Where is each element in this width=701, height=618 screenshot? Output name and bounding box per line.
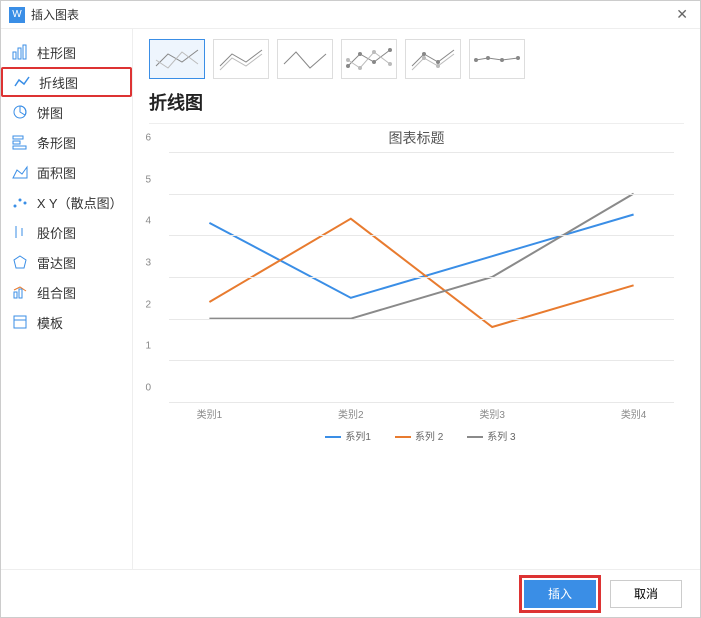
sidebar-item-label: 股价图 — [37, 223, 76, 242]
y-tick: 6 — [145, 133, 151, 144]
legend-item: 系列1 — [317, 432, 371, 443]
legend-item: 系列 3 — [459, 432, 515, 443]
cancel-button[interactable]: 取消 — [610, 580, 682, 608]
insert-button[interactable]: 插入 — [524, 580, 596, 608]
chart-type-title: 折线图 — [149, 89, 684, 115]
titlebar: W 插入图表 ✕ — [1, 1, 700, 29]
template-icon — [11, 313, 29, 331]
chart-preview: 图表标题 0123456 类别1类别2类别3类别4 系列1系列 2系列 3 — [149, 123, 684, 569]
sidebar-item-label: 组合图 — [37, 283, 76, 302]
scatter-chart-icon — [11, 193, 29, 211]
sidebar-item-area[interactable]: 面积图 — [1, 157, 132, 187]
x-tick: 类别3 — [479, 406, 505, 421]
sidebar-item-line[interactable]: 折线图 — [1, 67, 132, 97]
sidebar-item-scatter[interactable]: X Y（散点图） — [1, 187, 132, 217]
legend-item: 系列 2 — [387, 432, 443, 443]
legend-swatch — [395, 436, 411, 438]
x-tick: 类别1 — [197, 406, 223, 421]
subtype-thumb-5[interactable] — [405, 39, 461, 79]
sidebar-item-bar[interactable]: 条形图 — [1, 127, 132, 157]
y-tick: 5 — [145, 174, 151, 185]
sidebar-item-label: 面积图 — [37, 163, 76, 182]
sidebar-item-template[interactable]: 模板 — [1, 307, 132, 337]
sidebar-item-label: 柱形图 — [37, 43, 76, 62]
pie-chart-icon — [11, 103, 29, 121]
subtype-thumbnails — [149, 39, 684, 79]
sidebar-item-stock[interactable]: 股价图 — [1, 217, 132, 247]
sidebar-item-label: 雷达图 — [37, 253, 76, 272]
chart-title: 图表标题 — [149, 128, 684, 148]
x-tick: 类别2 — [338, 406, 364, 421]
bar-chart-icon — [11, 133, 29, 151]
sidebar-item-label: 条形图 — [37, 133, 76, 152]
sidebar-item-column[interactable]: 柱形图 — [1, 37, 132, 67]
column-chart-icon — [11, 43, 29, 61]
insert-chart-dialog: W 插入图表 ✕ 柱形图 折线图 饼图 条形图 面积图 — [0, 0, 701, 618]
series-line — [209, 215, 633, 298]
window-title: 插入图表 — [31, 6, 672, 23]
app-icon: W — [9, 7, 25, 23]
sidebar-item-label: 模板 — [37, 313, 63, 332]
y-tick: 1 — [145, 341, 151, 352]
main-panel: 折线图 图表标题 0 1 2 3 4 5 6 类别1 类别2 类别3 类别4 系列1 系列 2 系列 … — [133, 29, 700, 569]
x-tick: 类别4 — [621, 406, 647, 421]
legend-swatch — [467, 436, 483, 438]
y-tick: 2 — [145, 299, 151, 310]
sidebar-item-label: 饼图 — [37, 103, 63, 122]
subtype-thumb-1[interactable] — [149, 39, 205, 79]
sidebar-item-combo[interactable]: 组合图 — [1, 277, 132, 307]
radar-chart-icon — [11, 253, 29, 271]
area-chart-icon — [11, 163, 29, 181]
subtype-thumb-6[interactable] — [469, 39, 525, 79]
y-tick: 4 — [145, 216, 151, 227]
dialog-footer: 插入 取消 — [1, 569, 700, 617]
sidebar-item-label: 折线图 — [39, 73, 78, 92]
y-tick: 0 — [145, 383, 151, 394]
combo-chart-icon — [11, 283, 29, 301]
line-chart-icon — [13, 73, 31, 91]
sidebar-item-radar[interactable]: 雷达图 — [1, 247, 132, 277]
sidebar-item-pie[interactable]: 饼图 — [1, 97, 132, 127]
x-axis: 类别1 类别2 类别3 类别4 — [169, 402, 674, 422]
dialog-body: 柱形图 折线图 饼图 条形图 面积图 X Y（散点图） — [1, 29, 700, 569]
subtype-thumb-2[interactable] — [213, 39, 269, 79]
subtype-thumb-3[interactable] — [277, 39, 333, 79]
chart-type-sidebar: 柱形图 折线图 饼图 条形图 面积图 X Y（散点图） — [1, 29, 133, 569]
subtype-thumb-4[interactable] — [341, 39, 397, 79]
chart-plot: 0123456 类别1类别2类别3类别4 — [169, 152, 674, 422]
sidebar-item-label: X Y（散点图） — [37, 193, 122, 212]
legend-swatch — [325, 436, 341, 438]
y-tick: 3 — [145, 258, 151, 269]
close-icon[interactable]: ✕ — [672, 6, 692, 23]
chart-legend: 系列1 系列 2 系列 3 — [149, 428, 684, 443]
stock-chart-icon — [11, 223, 29, 241]
